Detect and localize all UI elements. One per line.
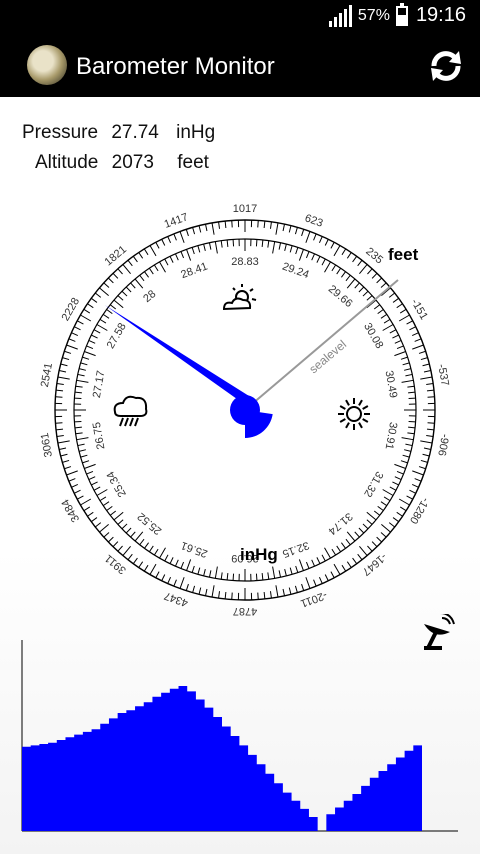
- feet-tick-label: 1821: [103, 243, 129, 268]
- battery-icon: [395, 2, 408, 26]
- barometer-gauge: 1017623235-151-537-906-1280-1647-2011478…: [39, 203, 451, 617]
- feet-tick-label: -537: [435, 363, 451, 387]
- feet-unit-label: feet: [388, 245, 419, 264]
- pressure-history-chart: [21, 640, 458, 832]
- inhg-tick-label: 31.74: [326, 510, 355, 537]
- refresh-icon[interactable]: [426, 48, 466, 84]
- partly-cloudy-icon: [222, 284, 257, 311]
- sealevel-label: sealevel: [306, 337, 349, 376]
- barometer-icon[interactable]: [27, 45, 67, 85]
- inhg-tick-label: 27.17: [91, 370, 108, 399]
- status-bar: 57% 19:16: [0, 0, 480, 34]
- inhg-tick-label: 25.61: [179, 539, 209, 560]
- feet-tick-label: 623: [303, 212, 324, 230]
- inhg-tick-label: 26.75: [91, 421, 108, 450]
- inhg-tick-label: 29.66: [326, 283, 355, 310]
- feet-tick-label: -906: [435, 433, 451, 457]
- feet-tick-label: 1017: [233, 203, 257, 215]
- feet-tick-label: -1647: [360, 550, 389, 577]
- feet-tick-label: -2011: [299, 589, 329, 610]
- signal-icon: [328, 4, 352, 27]
- battery-percent: 57%: [357, 6, 390, 24]
- feet-tick-label: 3061: [39, 432, 55, 458]
- feet-tick-label: 4787: [233, 605, 257, 617]
- inhg-tick-label: 27.58: [105, 321, 129, 351]
- storm-icon: [113, 395, 148, 427]
- needle: [104, 305, 273, 438]
- feet-tick-label: 2541: [39, 362, 55, 388]
- feet-tick-label: 4347: [163, 589, 190, 609]
- feet-tick-label: 3911: [103, 552, 129, 576]
- action-bar: Barometer Monitor: [0, 34, 480, 97]
- inhg-tick-label: 30.91: [383, 421, 400, 450]
- inhg-tick-label: 28.83: [231, 256, 259, 268]
- clock: 19:16: [415, 4, 466, 26]
- inhg-tick-label: 30.08: [361, 321, 385, 351]
- inhg-tick-label: 28: [141, 288, 158, 305]
- inhg-tick-label: 32.15: [281, 539, 311, 560]
- inhg-tick-label: 29.24: [281, 260, 311, 281]
- pressure-area: [22, 686, 422, 831]
- inhg-tick-label: 28.41: [179, 260, 209, 281]
- inhg-tick-label: 31.32: [361, 469, 385, 499]
- feet-tick-label: 1417: [163, 211, 190, 231]
- app-title: Barometer Monitor: [76, 53, 275, 80]
- inhg-tick-label: 30.49: [383, 370, 400, 399]
- feet-tick-label: -1280: [407, 495, 431, 525]
- sun-icon: [338, 398, 370, 430]
- inhg-tick-label: 25.52: [135, 510, 164, 537]
- inhg-tick-label: 25.34: [105, 469, 129, 499]
- inhg-unit-label: inHg: [240, 545, 278, 564]
